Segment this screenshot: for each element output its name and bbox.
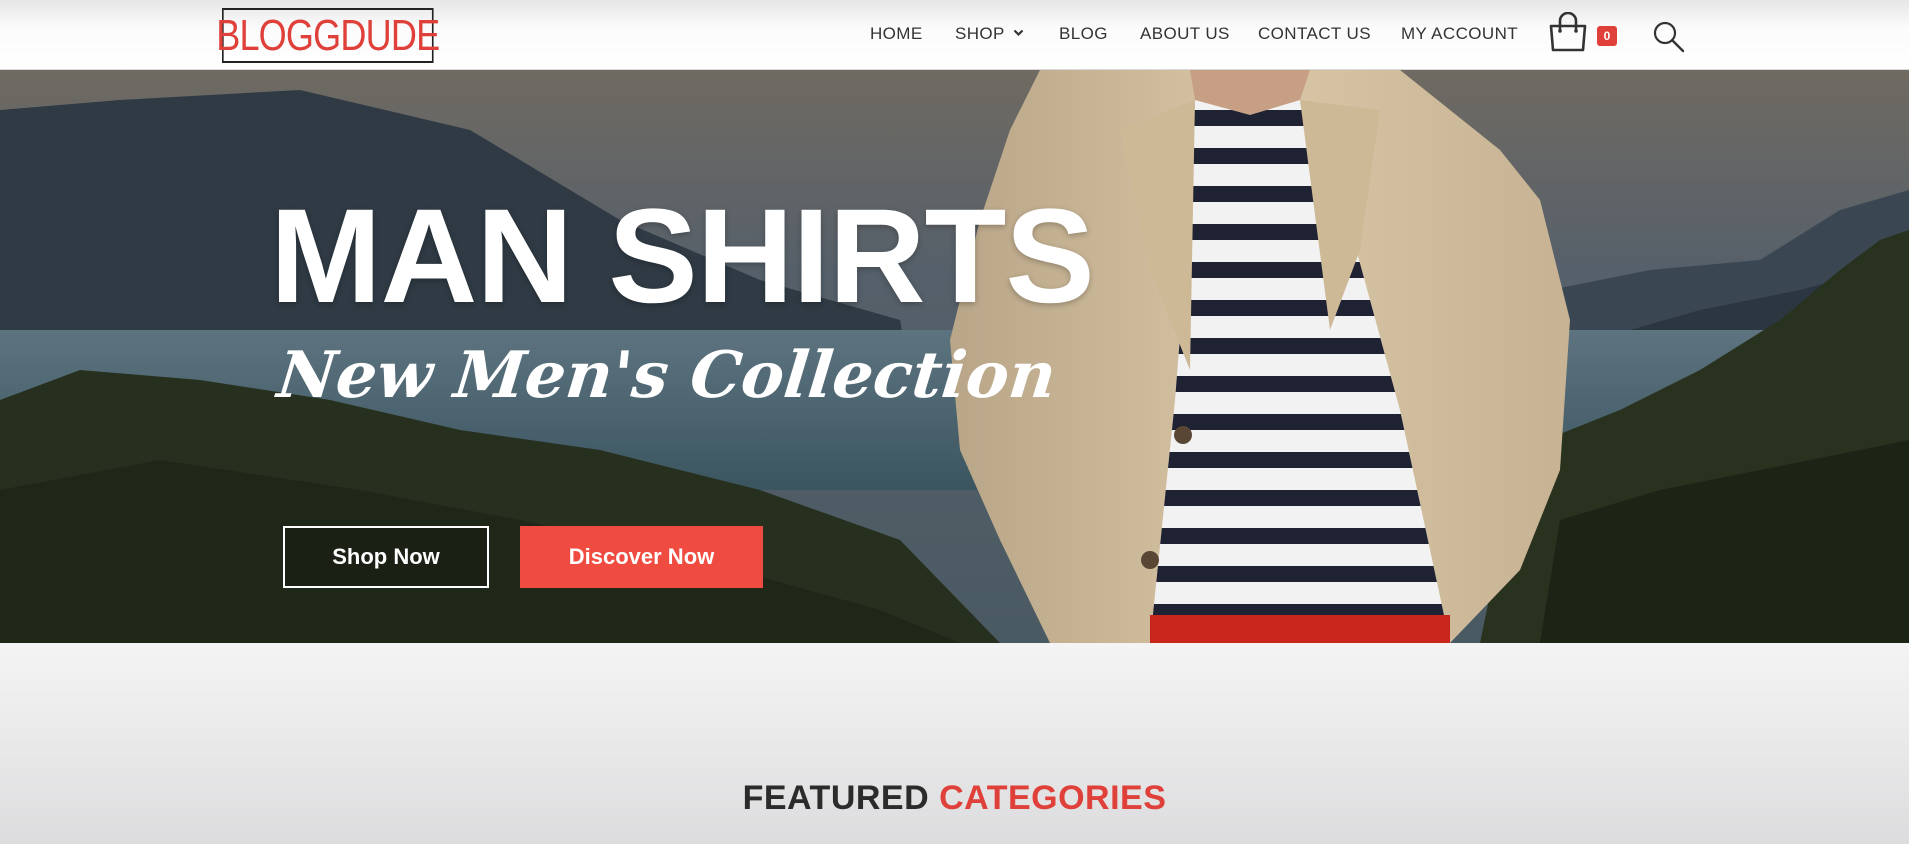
discover-now-button[interactable]: Discover Now: [520, 526, 763, 588]
featured-word: FEATURED: [742, 779, 930, 817]
featured-categories-heading: FEATURED CATEGORIES: [0, 779, 1909, 818]
hero-title: MAN SHIRTS: [270, 182, 1095, 331]
nav-home[interactable]: HOME: [870, 24, 923, 44]
shop-now-button[interactable]: Shop Now: [283, 526, 489, 588]
nav-contact-us[interactable]: CONTACT US: [1258, 24, 1371, 44]
search-icon[interactable]: [1652, 20, 1686, 54]
cart-count-badge: 0: [1597, 26, 1617, 46]
featured-section: FEATURED CATEGORIES: [0, 643, 1909, 844]
nav-shop[interactable]: SHOP: [955, 24, 1024, 44]
nav-blog[interactable]: BLOG: [1059, 24, 1108, 44]
hero-banner: MAN SHIRTS New Men's Collection Shop Now…: [0, 70, 1909, 643]
site-logo[interactable]: BLOGGDUDE: [216, 8, 440, 63]
nav-shop-label: SHOP: [955, 24, 1005, 43]
chevron-down-icon: [1013, 29, 1024, 37]
site-header: BLOGGDUDE HOME SHOP BLOG ABOUT US CONTAC…: [0, 0, 1909, 70]
categories-word: CATEGORIES: [939, 779, 1167, 817]
hero-subtitle: New Men's Collection: [274, 338, 1060, 413]
nav-about-us[interactable]: ABOUT US: [1140, 24, 1230, 44]
shopping-bag-icon[interactable]: [1547, 12, 1589, 52]
nav-my-account[interactable]: MY ACCOUNT: [1401, 24, 1518, 44]
